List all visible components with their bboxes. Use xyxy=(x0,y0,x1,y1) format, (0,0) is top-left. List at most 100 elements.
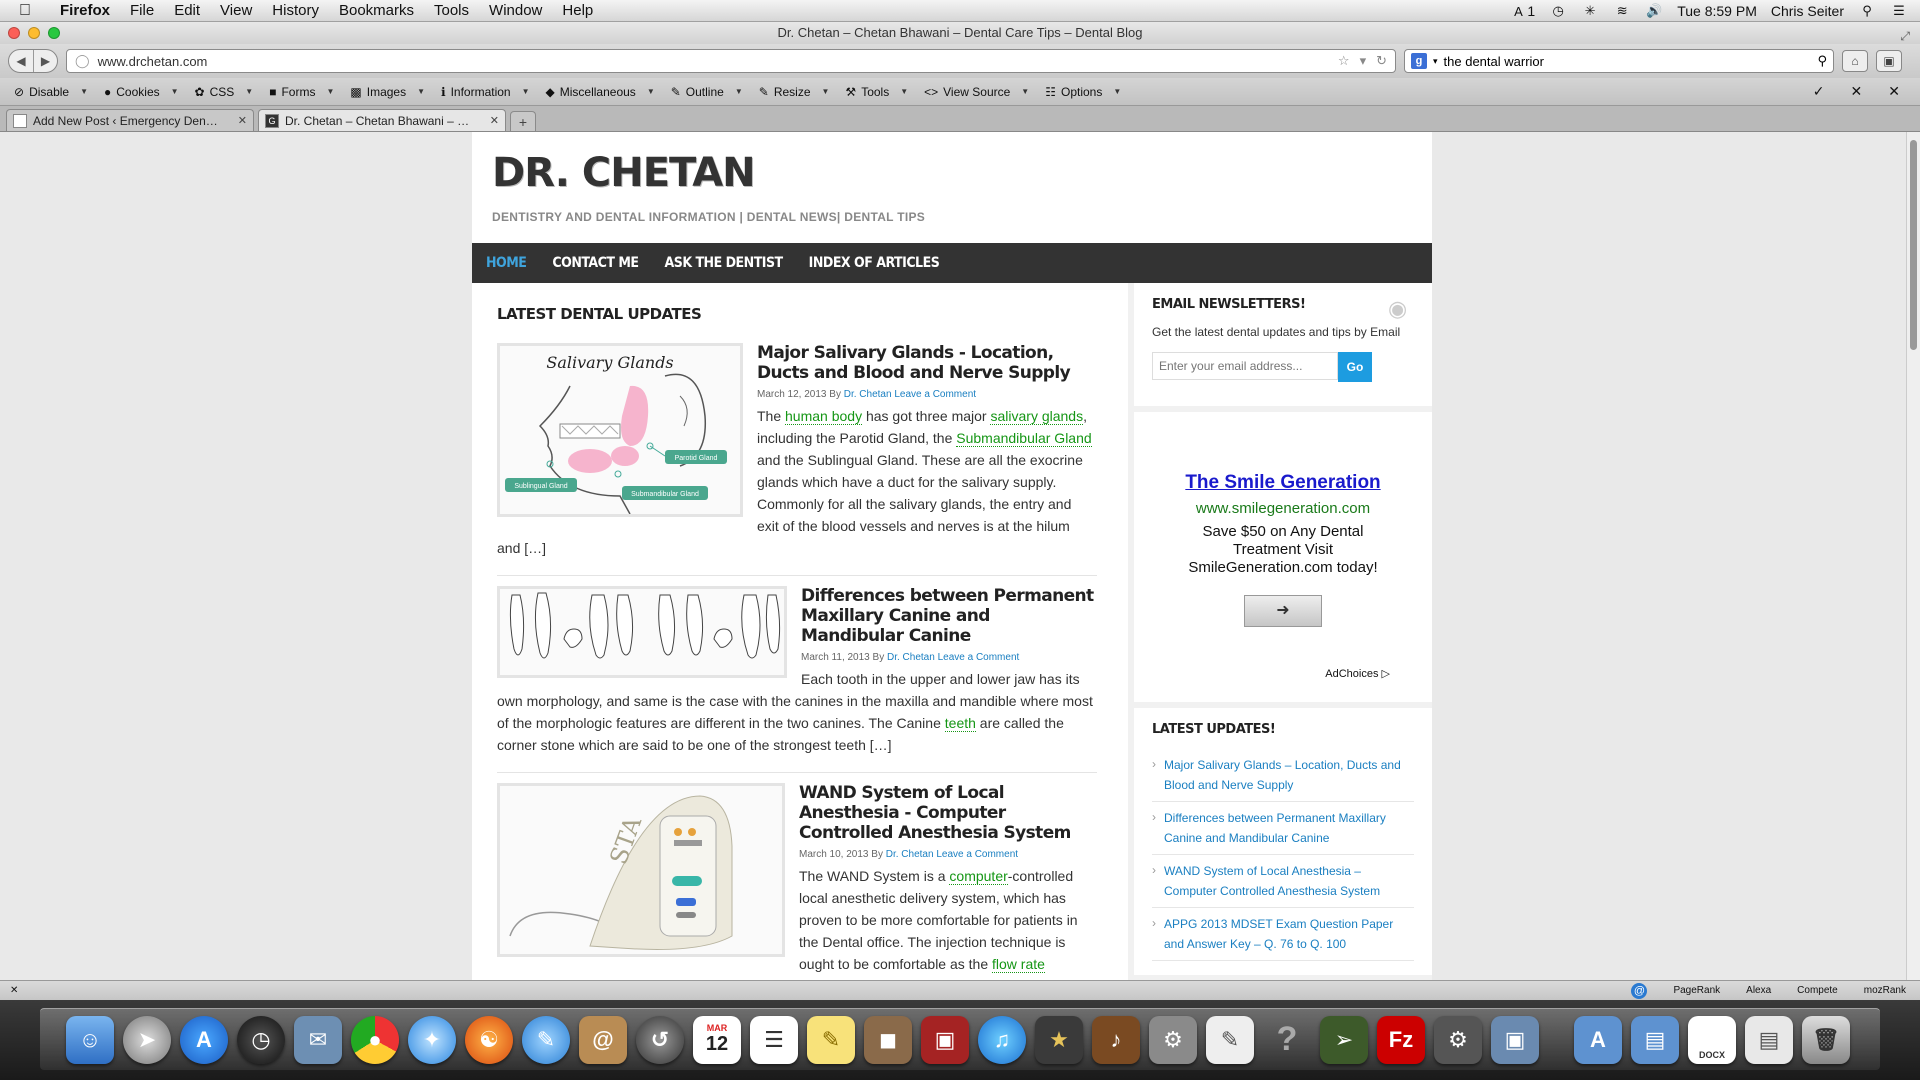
dev-options[interactable]: ☷ Options ▼ xyxy=(1037,85,1129,99)
close-window-button[interactable] xyxy=(8,27,20,39)
zoom-window-button[interactable] xyxy=(48,27,60,39)
keyword-link[interactable]: Submandibular Gland xyxy=(956,430,1092,447)
post-author-link[interactable]: Dr. Chetan xyxy=(886,849,934,860)
search-bar[interactable]: g ▾ the dental warrior ⚲ xyxy=(1404,49,1834,73)
notification-center-icon[interactable]: ☰ xyxy=(1890,3,1908,18)
update-link[interactable]: Differences between Permanent Maxillary … xyxy=(1164,811,1386,845)
menu-window[interactable]: Window xyxy=(479,2,552,19)
nav-ask-the-dentist[interactable]: ASK THE DENTIST xyxy=(665,255,797,271)
url-text[interactable]: www.drchetan.com xyxy=(98,54,1330,69)
tab-close-icon[interactable]: ✕ xyxy=(490,114,499,127)
apple-icon[interactable]:  xyxy=(0,2,50,20)
forward-button[interactable]: ▶ xyxy=(33,50,57,72)
docx-file-icon[interactable]: DOCX xyxy=(1688,1015,1736,1064)
nav-home[interactable]: HOME xyxy=(486,255,540,271)
tab-dr-chetan[interactable]: G Dr. Chetan – Chetan Bhawani – … ✕ xyxy=(258,109,506,131)
menu-edit[interactable]: Edit xyxy=(164,2,210,19)
post-author-link[interactable]: Dr. Chetan xyxy=(887,652,935,663)
stack-icon[interactable]: ▤ xyxy=(1745,1015,1793,1064)
contacts-icon[interactable]: @ xyxy=(579,1015,627,1064)
post-thumbnail[interactable]: Parotid Gland Sublingual Gland Submandib… xyxy=(497,343,743,517)
vertical-scrollbar[interactable] xyxy=(1906,132,1920,980)
seo-at-icon[interactable]: @ xyxy=(1631,982,1648,999)
search-input[interactable]: the dental warrior xyxy=(1444,54,1812,69)
ad-arrow-button[interactable]: ➜ xyxy=(1244,595,1322,627)
messages-icon[interactable]: ✎ xyxy=(522,1015,570,1064)
time-machine-icon[interactable]: ◷ xyxy=(1549,3,1567,18)
update-link[interactable]: Major Salivary Glands – Location, Ducts … xyxy=(1164,758,1401,792)
notes-icon[interactable]: ✎ xyxy=(807,1015,855,1064)
post-comment-link[interactable]: Leave a Comment xyxy=(936,849,1018,860)
post-comment-link[interactable]: Leave a Comment xyxy=(938,652,1020,663)
launchpad-icon[interactable]: ➤ xyxy=(123,1015,171,1064)
post-comment-link[interactable]: Leave a Comment xyxy=(894,389,976,400)
menu-view[interactable]: View xyxy=(210,2,262,19)
url-bar[interactable]: ◯ www.drchetan.com ☆ ▾ ↻ xyxy=(66,49,1396,73)
email-input[interactable] xyxy=(1152,352,1338,380)
close-toolbar-icon[interactable]: ✕ xyxy=(1888,83,1900,100)
volume-icon[interactable]: 🔊 xyxy=(1645,3,1663,18)
close-icon[interactable]: ✕ xyxy=(1851,83,1863,100)
dev-information[interactable]: ℹ Information ▼ xyxy=(433,85,538,99)
site-identity-icon[interactable]: ◯ xyxy=(75,53,90,69)
dev-disable[interactable]: ⊘ Disable ▼ xyxy=(6,85,96,99)
home-button[interactable]: ⌂ xyxy=(1842,50,1868,72)
system-preferences-icon[interactable]: ⚙ xyxy=(1149,1015,1197,1064)
scrollbar-thumb[interactable] xyxy=(1910,140,1917,350)
ad-url[interactable]: www.smilegeneration.com xyxy=(1152,500,1414,517)
bookmark-star-icon[interactable]: ☆ xyxy=(1338,53,1350,69)
statusbar-close-icon[interactable]: ✕ xyxy=(0,985,18,996)
compete-label[interactable]: Compete xyxy=(1797,985,1838,996)
tab-close-icon[interactable]: ✕ xyxy=(238,114,247,127)
textedit-icon[interactable]: ✎ xyxy=(1206,1015,1254,1064)
menu-tools[interactable]: Tools xyxy=(424,2,479,19)
history-dropdown-icon[interactable]: ▾ xyxy=(1360,53,1367,69)
dev-css[interactable]: ✿ CSS ▼ xyxy=(187,85,262,99)
site-logo[interactable]: DR. CHETAN xyxy=(492,150,1412,196)
garageband-icon[interactable]: ♪ xyxy=(1092,1015,1140,1064)
steam-icon[interactable]: ⚙ xyxy=(1434,1015,1482,1064)
post-author-link[interactable]: Dr. Chetan xyxy=(844,389,892,400)
trash-icon[interactable]: 🗑 xyxy=(1802,1015,1850,1064)
mail-icon[interactable]: ✉ xyxy=(294,1015,342,1064)
itunes-icon[interactable]: ♫ xyxy=(978,1015,1026,1064)
google-icon[interactable]: g xyxy=(1411,53,1427,69)
dev-view-source[interactable]: <> View Source ▼ xyxy=(916,85,1037,99)
vpn-icon[interactable]: ➢ xyxy=(1320,1015,1368,1064)
firefox-icon[interactable]: ☯ xyxy=(465,1015,513,1064)
mozrank-label[interactable]: mozRank xyxy=(1864,985,1906,996)
nav-contact-me[interactable]: CONTACT ME xyxy=(552,255,652,271)
nav-index-of-articles[interactable]: INDEX OF ARTICLES xyxy=(809,255,954,271)
dev-tools[interactable]: ⚒ Tools ▼ xyxy=(837,85,916,99)
menu-history[interactable]: History xyxy=(262,2,329,19)
imovie-icon[interactable]: ★ xyxy=(1035,1015,1083,1064)
time-machine-dock-icon[interactable]: ↺ xyxy=(636,1015,684,1064)
keyword-link[interactable]: human body xyxy=(785,408,863,425)
tab-add-new-post[interactable]: Add New Post ‹ Emergency Den… ✕ xyxy=(6,109,254,131)
go-button[interactable]: Go xyxy=(1338,352,1372,382)
menubar-user[interactable]: Chris Seiter xyxy=(1771,3,1844,19)
update-link[interactable]: WAND System of Local Anesthesia – Comput… xyxy=(1164,864,1380,898)
search-icon[interactable]: ⚲ xyxy=(1817,53,1827,69)
spotlight-icon[interactable]: ⚲ xyxy=(1858,3,1876,18)
menu-file[interactable]: File xyxy=(120,2,164,19)
calendar-icon[interactable]: MAR 12 xyxy=(693,1015,741,1064)
bluetooth-icon[interactable]: ✳ xyxy=(1581,3,1599,18)
bookmarks-menu-button[interactable]: ▣ xyxy=(1876,50,1902,72)
dev-forms[interactable]: ■ Forms ▼ xyxy=(261,85,342,99)
dev-cookies[interactable]: ● Cookies ▼ xyxy=(96,85,187,99)
chrome-icon[interactable]: ● xyxy=(351,1015,399,1064)
page-viewport[interactable]: DR. CHETAN DENTISTRY AND DENTAL INFORMAT… xyxy=(0,132,1906,980)
dev-images[interactable]: ▩ Images ▼ xyxy=(342,85,433,99)
reminders-icon[interactable]: ☰ xyxy=(750,1015,798,1064)
app-store-icon[interactable]: A xyxy=(180,1015,228,1064)
wifi-icon[interactable]: ≋ xyxy=(1613,3,1631,18)
applications-folder-icon[interactable]: A xyxy=(1574,1015,1622,1064)
update-link[interactable]: APPG 2013 MDSET Exam Question Paper and … xyxy=(1164,917,1393,951)
menu-bookmarks[interactable]: Bookmarks xyxy=(329,2,424,19)
preview-icon[interactable]: ▣ xyxy=(1491,1015,1539,1064)
alexa-label[interactable]: Alexa xyxy=(1746,985,1771,996)
menu-app-firefox[interactable]: Firefox xyxy=(50,2,120,19)
menu-help[interactable]: Help xyxy=(552,2,603,19)
adobe-status[interactable]: A1 xyxy=(1509,3,1535,19)
